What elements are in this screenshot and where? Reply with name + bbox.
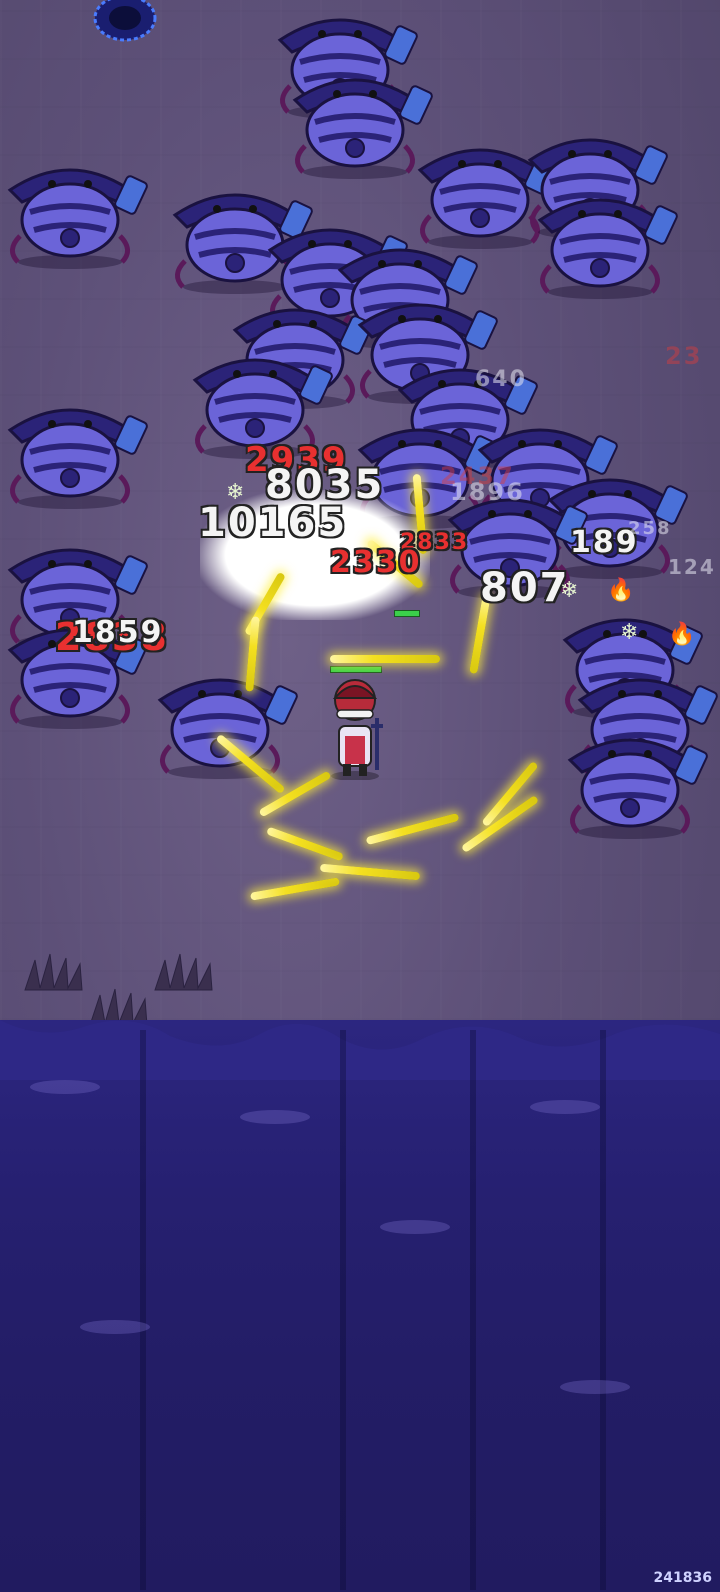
grass-tuft — [154, 953, 213, 991]
damage-number: 2437 — [440, 462, 515, 490]
hero-health-bar — [330, 666, 382, 673]
cliff-highlight — [560, 1380, 630, 1394]
crab-enemy[interactable] — [0, 390, 150, 510]
crab-enemy[interactable] — [560, 720, 710, 840]
hero-character[interactable] — [325, 668, 385, 780]
cliff-highlight — [530, 1100, 600, 1114]
score-counter: 241836 — [653, 1570, 712, 1586]
grass-tuft — [24, 953, 83, 991]
damage-number: 807 — [480, 565, 570, 611]
crab-enemy[interactable] — [150, 660, 300, 780]
sword-projectile — [330, 655, 440, 663]
damage-number: 10165 — [198, 500, 348, 546]
damage-number: 2330 — [330, 545, 422, 580]
damage-number: 23 — [665, 342, 703, 370]
cliff-crack — [470, 1030, 476, 1590]
frost-icon: ❄ — [620, 620, 639, 645]
cliff-highlight — [30, 1080, 100, 1094]
cliff-highlight — [240, 1110, 310, 1124]
cliff-highlight — [80, 1320, 150, 1334]
crab-enemy[interactable] — [530, 180, 680, 300]
cliff-highlight — [380, 1220, 450, 1234]
game-scene[interactable]: 2939 8035 10165 1896 2833 2330 807 189 2838 1859 6… — [0, 0, 720, 1592]
portal-icon — [93, 0, 157, 42]
cliff-crack — [600, 1030, 606, 1590]
frost-icon: ❄ — [226, 480, 245, 505]
fire-icon: 🔥 — [668, 622, 696, 647]
enemy-health-bar — [394, 610, 420, 617]
crab-enemy[interactable] — [0, 150, 150, 270]
cliff-crack — [340, 1030, 346, 1590]
damage-number: 258 — [628, 518, 672, 539]
cliff-crack — [140, 1030, 146, 1590]
cliff-rim — [0, 1020, 720, 1080]
frost-icon: ❄ — [560, 578, 579, 603]
damage-number: 124 — [668, 555, 716, 579]
fire-icon: 🔥 — [607, 578, 635, 603]
damage-number: 1859 — [72, 615, 164, 650]
cliff-edge — [0, 1020, 720, 1592]
damage-number: 640 — [475, 367, 527, 392]
